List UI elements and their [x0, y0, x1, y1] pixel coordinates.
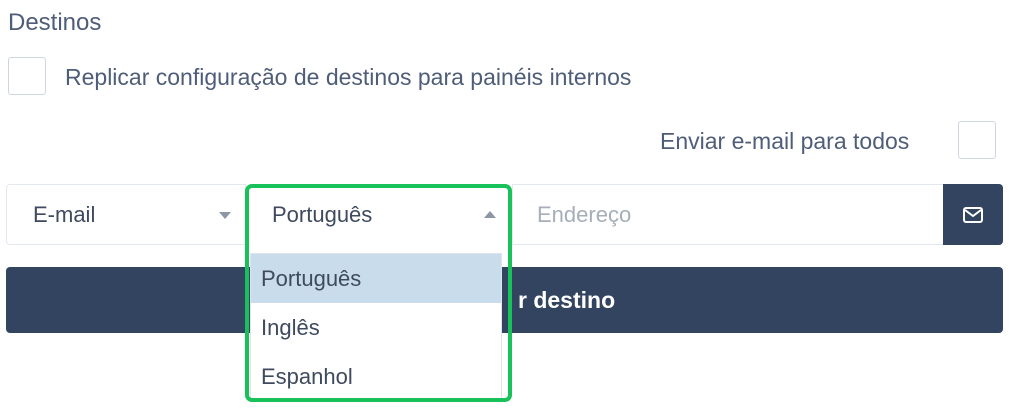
- destination-type-select[interactable]: E-mail: [6, 184, 246, 245]
- language-option-espanhol[interactable]: Espanhol: [251, 352, 501, 401]
- language-select-value: Português: [272, 201, 373, 227]
- language-option-ingles[interactable]: Inglês: [251, 303, 501, 352]
- chevron-up-icon: [484, 211, 496, 218]
- add-destination-button[interactable]: r destino: [6, 267, 1003, 333]
- add-destination-label: r destino: [518, 287, 616, 313]
- send-email-button[interactable]: [943, 184, 1003, 245]
- replicar-label: Replicar configuração de destinos para p…: [65, 64, 632, 90]
- language-select[interactable]: Português: [249, 184, 511, 245]
- language-option-portugues[interactable]: Português: [251, 254, 501, 303]
- chevron-down-icon: [219, 212, 231, 219]
- address-input[interactable]: Endereço: [512, 184, 944, 245]
- destination-type-value: E-mail: [33, 201, 96, 227]
- envelope-icon: [963, 206, 983, 223]
- replicar-checkbox[interactable]: [8, 57, 46, 95]
- enviar-todos-label: Enviar e-mail para todos: [660, 128, 910, 154]
- language-dropdown-list: Português Inglês Espanhol: [250, 253, 502, 402]
- section-title: Destinos: [8, 9, 102, 36]
- enviar-todos-checkbox[interactable]: [958, 121, 996, 159]
- address-input-placeholder: Endereço: [537, 201, 632, 227]
- destinos-panel: Destinos Replicar configuração de destin…: [0, 0, 1019, 412]
